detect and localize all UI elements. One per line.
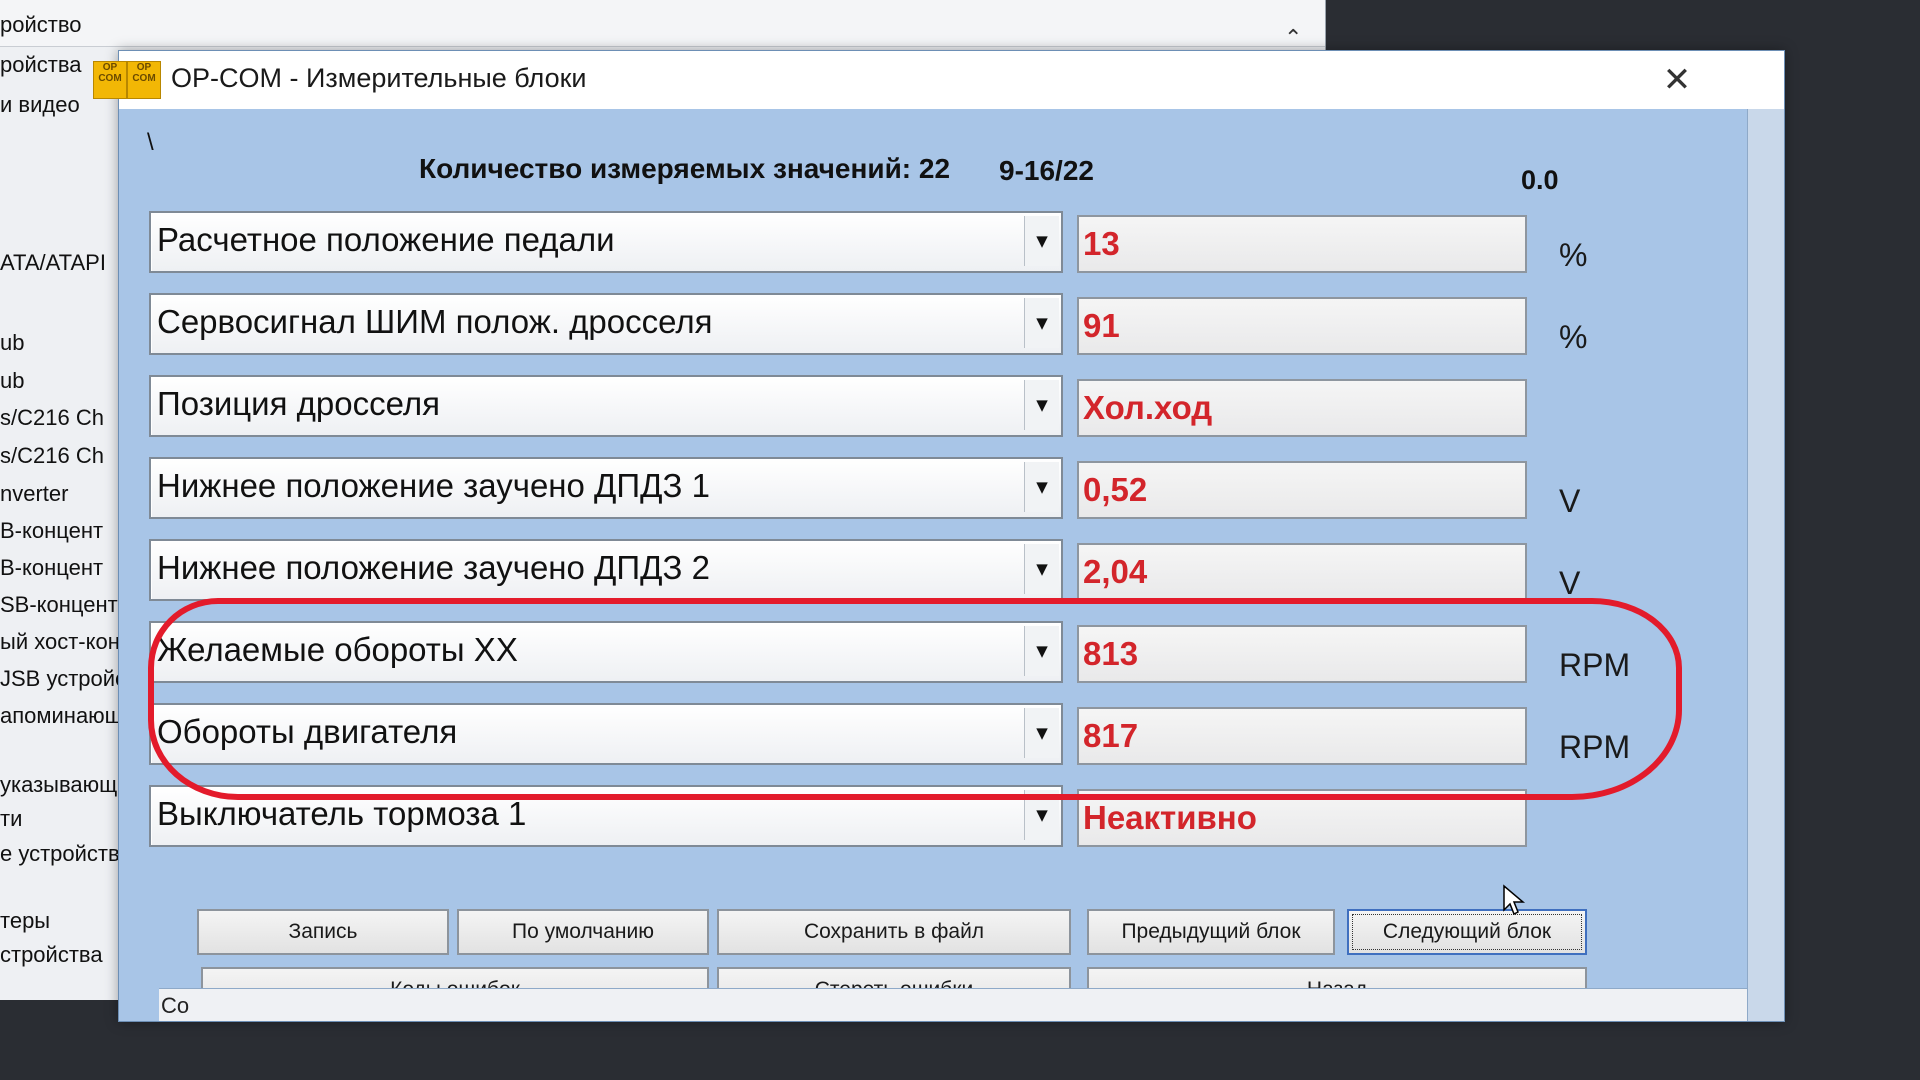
value-field: 817 bbox=[1077, 707, 1527, 765]
parameter-label: Желаемые обороты ХХ bbox=[157, 631, 518, 668]
measurement-row: Позиция дросселя ▼ Хол.ход bbox=[149, 375, 1669, 437]
block-range: 9-16/22 bbox=[999, 155, 1094, 186]
value-field: 813 bbox=[1077, 625, 1527, 683]
close-button[interactable]: ✕ bbox=[1650, 57, 1704, 103]
window-title: OP-COM - Измерительные блоки bbox=[171, 63, 587, 93]
device-list-item[interactable]: стройства bbox=[0, 942, 118, 968]
status-bar: Co bbox=[159, 988, 1748, 1021]
value-text: 91 bbox=[1083, 307, 1120, 344]
measurement-row: Обороты двигателя ▼ 817 RPM bbox=[149, 703, 1669, 765]
parameter-label: Сервосигнал ШИМ полож. дросселя bbox=[157, 303, 713, 340]
parameter-label: Нижнее положение заучено ДПДЗ 2 bbox=[157, 549, 710, 586]
value-text: 813 bbox=[1083, 635, 1139, 672]
chevron-down-icon[interactable]: ▼ bbox=[1024, 216, 1059, 266]
unit-label: RPM bbox=[1559, 729, 1631, 765]
device-list-item[interactable]: nverter bbox=[0, 481, 118, 507]
value-text: 13 bbox=[1083, 225, 1120, 262]
measured-values-count: Количество измеряемых значений: 22 bbox=[419, 153, 951, 184]
chevron-down-icon[interactable]: ▼ bbox=[1024, 380, 1059, 430]
chevron-down-icon[interactable]: ▼ bbox=[1024, 626, 1059, 676]
measurement-row: Сервосигнал ШИМ полож. дросселя ▼ 91 % bbox=[149, 293, 1669, 355]
save-to-file-button[interactable]: Сохранить в файл bbox=[717, 909, 1071, 955]
previous-block-button[interactable]: Предыдущий блок bbox=[1087, 909, 1335, 955]
record-button[interactable]: Запись bbox=[197, 909, 449, 955]
parameter-label: Нижнее положение заучено ДПДЗ 1 bbox=[157, 467, 710, 504]
measurement-row: Нижнее положение заучено ДПДЗ 2 ▼ 2,04 V bbox=[149, 539, 1669, 601]
background-window-header bbox=[0, 0, 1325, 47]
unit-label: % bbox=[1559, 237, 1588, 273]
measurement-panel: \ Количество измеряемых значений: 22 9-1… bbox=[119, 109, 1784, 1021]
parameter-label: Позиция дросселя bbox=[157, 385, 440, 422]
device-list-item[interactable]: s/C216 Ch bbox=[0, 405, 118, 431]
parameter-select[interactable]: Сервосигнал ШИМ полож. дросселя ▼ bbox=[149, 293, 1063, 355]
parameter-label: Обороты двигателя bbox=[157, 713, 458, 750]
parameter-label: Расчетное положение педали bbox=[157, 221, 615, 258]
status-text: Co bbox=[161, 993, 190, 1018]
measurement-row: Выключатель тормоза 1 ▼ Неактивно bbox=[149, 785, 1669, 847]
parameter-select[interactable]: Выключатель тормоза 1 ▼ bbox=[149, 785, 1063, 847]
mouse-cursor-icon bbox=[1503, 884, 1526, 916]
value-field: 0,52 bbox=[1077, 461, 1527, 519]
device-list-item[interactable]: B-концент bbox=[0, 518, 118, 544]
header-value: 0.0 bbox=[1521, 165, 1559, 195]
value-field: Неактивно bbox=[1077, 789, 1527, 847]
value-field: 91 bbox=[1077, 297, 1527, 355]
measurement-row: Расчетное положение педали ▼ 13 % bbox=[149, 211, 1669, 273]
value-text: 817 bbox=[1083, 717, 1139, 754]
parameter-label: Выключатель тормоза 1 bbox=[157, 795, 527, 832]
device-list-item[interactable]: указывающ bbox=[0, 772, 118, 798]
parameter-select[interactable]: Обороты двигателя ▼ bbox=[149, 703, 1063, 765]
value-field: Хол.ход bbox=[1077, 379, 1527, 437]
value-field: 2,04 bbox=[1077, 543, 1527, 601]
device-list-item[interactable]: теры bbox=[0, 908, 118, 934]
measurement-row: Нижнее положение заучено ДПДЗ 1 ▼ 0,52 V bbox=[149, 457, 1669, 519]
chevron-down-icon[interactable]: ▼ bbox=[1024, 790, 1059, 840]
device-list-item[interactable]: SB-концент bbox=[0, 592, 118, 618]
device-list-item[interactable]: ти bbox=[0, 806, 118, 832]
value-text: Неактивно bbox=[1083, 799, 1257, 836]
device-list-item[interactable]: B-концент bbox=[0, 555, 118, 581]
opcom-window: OP COM OP COM OP-COM - Измерительные бло… bbox=[93, 50, 1785, 1022]
chevron-down-icon[interactable]: ▼ bbox=[1024, 708, 1059, 758]
title-bar[interactable]: OP COM OP COM OP-COM - Измерительные бло… bbox=[93, 51, 1784, 110]
chevron-down-icon[interactable]: ▼ bbox=[1024, 462, 1059, 512]
window-edge bbox=[1747, 109, 1784, 1021]
value-text: 2,04 bbox=[1083, 553, 1148, 590]
value-text: Хол.ход bbox=[1083, 389, 1213, 426]
parameter-select[interactable]: Расчетное положение педали ▼ bbox=[149, 211, 1063, 273]
device-list-item[interactable]: ый хост-кон bbox=[0, 629, 118, 655]
chevron-down-icon[interactable]: ▼ bbox=[1024, 544, 1059, 594]
device-list-item[interactable]: ub bbox=[0, 368, 118, 394]
parameter-select[interactable]: Нижнее положение заучено ДПДЗ 1 ▼ bbox=[149, 457, 1063, 519]
path-indicator: \ bbox=[147, 129, 154, 156]
measurement-row: Желаемые обороты ХХ ▼ 813 RPM bbox=[149, 621, 1669, 683]
device-list-item[interactable]: ub bbox=[0, 330, 118, 356]
unit-label: % bbox=[1559, 319, 1588, 355]
device-list-item[interactable]: апоминающ bbox=[0, 703, 118, 729]
scroll-up-icon[interactable]: ⌃ bbox=[1284, 26, 1302, 51]
device-list-item[interactable]: ATA/ATAPI bbox=[0, 250, 118, 276]
chevron-down-icon[interactable]: ▼ bbox=[1024, 298, 1059, 348]
parameter-select[interactable]: Нижнее положение заучено ДПДЗ 2 ▼ bbox=[149, 539, 1063, 601]
app-icon: OP COM bbox=[93, 61, 127, 99]
next-block-button[interactable]: Следующий блок bbox=[1347, 909, 1587, 955]
unit-label: V bbox=[1559, 483, 1581, 519]
parameter-select[interactable]: Позиция дросселя ▼ bbox=[149, 375, 1063, 437]
unit-label: RPM bbox=[1559, 647, 1631, 683]
device-list-item[interactable]: JSB устройс bbox=[0, 666, 118, 692]
app-icon: OP COM bbox=[127, 61, 161, 99]
value-text: 0,52 bbox=[1083, 471, 1148, 508]
default-button[interactable]: По умолчанию bbox=[457, 909, 709, 955]
value-field: 13 bbox=[1077, 215, 1527, 273]
device-list-item[interactable]: ройство bbox=[0, 12, 118, 38]
device-list-item[interactable]: s/C216 Ch bbox=[0, 443, 118, 469]
unit-label: V bbox=[1559, 565, 1581, 601]
parameter-select[interactable]: Желаемые обороты ХХ ▼ bbox=[149, 621, 1063, 683]
device-list-item[interactable]: е устройства bbox=[0, 841, 118, 867]
